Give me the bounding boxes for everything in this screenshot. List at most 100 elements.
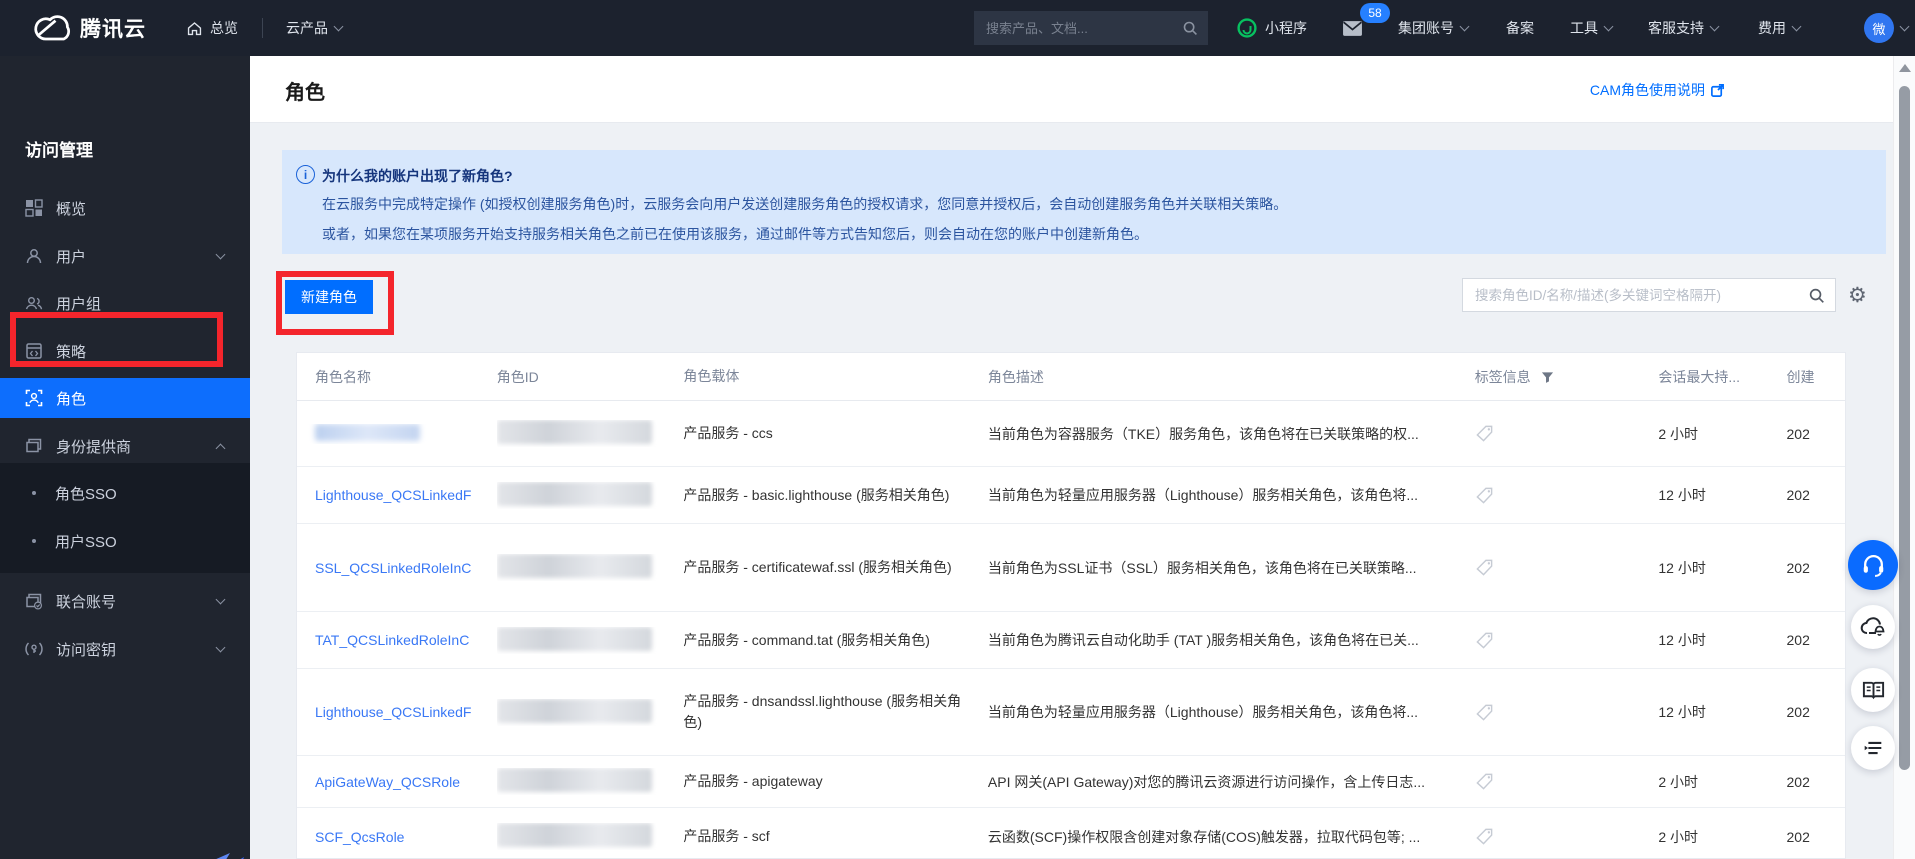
sidebar-item-federated-accounts[interactable]: 联合账号 (0, 579, 250, 623)
tag-icon[interactable] (1475, 703, 1494, 722)
chevron-down-icon (1603, 21, 1614, 32)
nav-mini-program[interactable]: 小程序 (1237, 0, 1307, 56)
redacted-role-id (496, 768, 652, 792)
role-name-link[interactable]: SCF_QcsRole (315, 829, 404, 845)
home-icon (186, 20, 203, 37)
banner-line-1: 在云服务中完成特定操作 (如授权创建服务角色)时，云服务会向用户发送创建服务角色… (322, 196, 1288, 212)
chevron-down-icon (215, 642, 226, 653)
table-row: SCF_QcsRole 产品服务 - scf 云函数(SCF)操作权限含创建对象… (297, 808, 1845, 858)
survey-list-icon (1861, 736, 1885, 760)
create-role-button[interactable]: 新建角色 (285, 280, 373, 314)
chevron-down-icon (215, 594, 226, 605)
tag-icon[interactable] (1475, 424, 1494, 443)
roles-table: 角色名称 角色ID 角色载体 角色描述 标签信息 会话最大持... 创建 产品服… (296, 352, 1846, 859)
sidebar-item-roles[interactable]: 角色 (0, 376, 250, 420)
table-row: SSL_QCSLinkedRoleInC 产品服务 - certificatew… (297, 524, 1845, 612)
product-search-input[interactable] (984, 19, 1182, 37)
sidebar-item-overview[interactable]: 概览 (0, 186, 250, 230)
top-navbar: 腾讯云 总览 云产品 小程序 58 集团账号 备案 工具 客服支持 (0, 0, 1915, 56)
table-header-row: 角色名称 角色ID 角色载体 角色描述 标签信息 会话最大持... 创建 (297, 353, 1845, 401)
mini-program-icon (1237, 18, 1257, 38)
redacted-role-id (496, 698, 652, 723)
sidebar-item-role-sso[interactable]: 角色SSO (0, 471, 250, 515)
customer-service-fab[interactable] (1848, 540, 1898, 590)
tag-icon[interactable] (1475, 827, 1494, 846)
bullet-icon (32, 491, 36, 495)
mail-icon (1342, 20, 1363, 37)
sidebar-item-users[interactable]: 用户 (0, 234, 250, 278)
nav-account[interactable]: 微 (1864, 0, 1910, 56)
tag-icon[interactable] (1475, 558, 1494, 577)
paper-plane-graphic (178, 851, 256, 859)
redacted-role-id (496, 554, 652, 578)
tencent-cloud-console: 腾讯云 总览 云产品 小程序 58 集团账号 备案 工具 客服支持 (0, 0, 1915, 859)
col-tags: 标签信息 (1475, 367, 1659, 387)
col-role-id: 角色ID (496, 368, 539, 385)
redacted-role-id (496, 481, 652, 506)
role-name-link[interactable]: TAT_QCSLinkedRoleInC (315, 632, 469, 648)
sidebar-item-access-keys[interactable]: 访问密钥 (0, 627, 250, 671)
role-name-link[interactable]: ApiGateWay_QCSRole (315, 774, 460, 790)
sidebar: 访问管理 概览 用户 用户组 策略 角色 身份提供商 角色SSO 用户SSO 联… (0, 56, 250, 859)
redacted-role-id (496, 626, 652, 651)
brand-name: 腾讯云 (80, 18, 146, 41)
table-row: TAT_QCSLinkedRoleInC 产品服务 - command.tat … (297, 612, 1845, 669)
redacted-role-id (496, 823, 652, 847)
chevron-down-icon (215, 249, 226, 260)
banner-line-2: 或者，如果您在某项服务开始支持服务相关角色之前已在使用该服务，通过邮件等方式告知… (322, 226, 1148, 242)
users-icon (25, 294, 43, 312)
external-link-icon (1710, 83, 1725, 98)
nav-billing[interactable]: 费用 (1758, 0, 1802, 56)
tag-icon[interactable] (1475, 631, 1494, 650)
nav-beian[interactable]: 备案 (1506, 0, 1534, 56)
role-search-input[interactable] (1473, 286, 1808, 304)
tag-icon[interactable] (1475, 486, 1494, 505)
role-search-box[interactable] (1462, 278, 1836, 312)
sidebar-item-user-sso[interactable]: 用户SSO (0, 519, 250, 563)
role-name-link[interactable]: Lighthouse_QCSLinkedF (315, 704, 471, 720)
gear-icon[interactable]: ⚙ (1848, 283, 1867, 308)
page-title: 角色 (285, 82, 325, 104)
chevron-down-icon (1899, 21, 1910, 32)
role-name-link[interactable]: SSL_QCSLinkedRoleInC (315, 560, 471, 576)
search-icon[interactable] (1182, 20, 1198, 36)
sidebar-item-user-groups[interactable]: 用户组 (0, 281, 250, 325)
vertical-scrollbar[interactable] (1893, 56, 1915, 859)
notifications-fab[interactable] (1851, 605, 1895, 649)
nav-overview[interactable]: 总览 (186, 0, 238, 56)
scrollbar-up-arrow[interactable] (1899, 64, 1911, 72)
federated-account-icon (25, 592, 43, 610)
product-search-box[interactable] (974, 11, 1208, 45)
col-role-desc: 角色描述 (987, 368, 1044, 385)
headset-icon (1860, 552, 1887, 579)
banner-title: 为什么我的账户出现了新角色? (322, 168, 513, 184)
chevron-down-icon (1459, 21, 1470, 32)
nav-cloud-products[interactable]: 云产品 (286, 0, 344, 56)
policy-icon (25, 342, 43, 360)
table-row: Lighthouse_QCSLinkedF 产品服务 - basic.light… (297, 467, 1845, 524)
nav-group-account[interactable]: 集团账号 (1398, 0, 1470, 56)
user-icon (25, 247, 43, 265)
open-book-icon (1861, 678, 1886, 703)
survey-fab[interactable] (1851, 726, 1895, 770)
sidebar-item-identity-providers[interactable]: 身份提供商 (0, 424, 250, 468)
cam-role-doc-link[interactable]: CAM角色使用说明 (1590, 80, 1725, 100)
grid-icon (25, 199, 43, 217)
nav-tools[interactable]: 工具 (1570, 0, 1614, 56)
filter-funnel-icon[interactable] (1541, 371, 1554, 384)
avatar[interactable]: 微 (1864, 13, 1894, 43)
scrollbar-thumb[interactable] (1899, 86, 1910, 770)
search-icon[interactable] (1808, 287, 1825, 304)
page-header: 角色 CAM角色使用说明 (250, 56, 1915, 123)
role-icon (25, 389, 43, 407)
table-row: ApiGateWay_QCSRole 产品服务 - apigateway API… (297, 756, 1845, 808)
table-row: Lighthouse_QCSLinkedF 产品服务 - dnsandssl.l… (297, 669, 1845, 756)
documentation-fab[interactable] (1851, 668, 1895, 712)
nav-support[interactable]: 客服支持 (1648, 0, 1720, 56)
role-name-link[interactable]: Lighthouse_QCSLinkedF (315, 487, 471, 503)
col-created: 创建 (1786, 368, 1815, 385)
sidebar-item-policies[interactable]: 策略 (0, 329, 250, 373)
tag-icon[interactable] (1475, 772, 1494, 791)
tencent-cloud-logo[interactable]: 腾讯云 (28, 0, 146, 56)
info-banner: i 为什么我的账户出现了新角色? 在云服务中完成特定操作 (如授权创建服务角色)… (282, 150, 1886, 254)
